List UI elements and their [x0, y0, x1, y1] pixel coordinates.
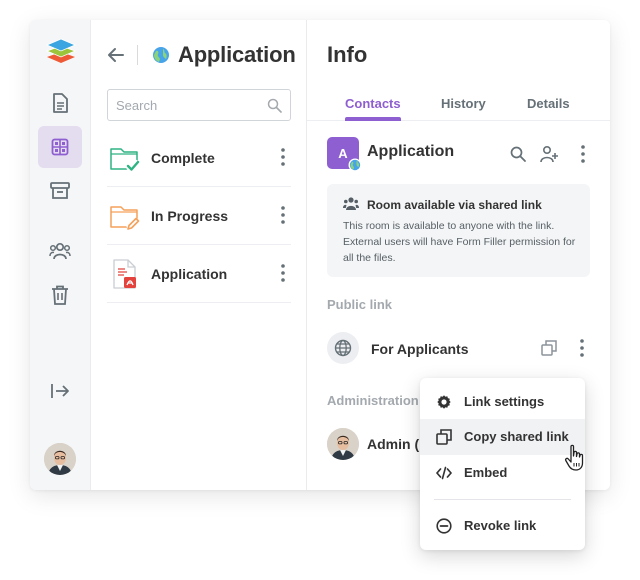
menu-item-embed[interactable]: Embed — [420, 455, 585, 491]
public-link-name: For Applicants — [371, 341, 469, 357]
files-title: Application — [178, 42, 296, 67]
more-options-icon[interactable] — [281, 148, 285, 166]
rail-rooms-button[interactable] — [38, 126, 82, 168]
search-icon[interactable] — [267, 98, 282, 113]
public-link-row[interactable]: For Applicants — [327, 332, 597, 366]
collapse-arrow-icon — [51, 384, 69, 398]
globe-icon — [153, 47, 169, 63]
rail-documents-button[interactable] — [38, 82, 82, 124]
file-row[interactable]: Complete — [107, 129, 291, 187]
files-header: Application — [107, 42, 296, 68]
people-icon — [343, 197, 359, 210]
avatar — [327, 428, 359, 460]
logo-icon[interactable] — [46, 38, 76, 64]
more-options-icon[interactable] — [581, 145, 585, 163]
copy-icon[interactable] — [541, 340, 557, 356]
hand-pointer-icon — [564, 444, 584, 471]
globe-icon — [348, 158, 362, 172]
notice-title: Room available via shared link — [367, 198, 542, 212]
notice-text: This room is available to anyone with th… — [343, 220, 576, 264]
search-box — [107, 89, 291, 121]
room-name: Application — [367, 143, 455, 160]
file-row[interactable]: Application — [107, 245, 291, 303]
tab-history[interactable]: History — [441, 96, 486, 111]
file-name: In Progress — [151, 208, 229, 224]
pdf-form-icon — [113, 259, 136, 289]
code-icon — [436, 466, 452, 480]
rail-trash-button[interactable] — [38, 274, 82, 316]
member-name: Admin ( — [367, 436, 420, 452]
file-name: Application — [151, 266, 228, 282]
rail-archive-button[interactable] — [38, 170, 82, 212]
nav-rail — [30, 20, 91, 490]
globe-outline-icon — [334, 339, 352, 357]
menu-item-copy-shared-link[interactable]: Copy shared link — [420, 419, 585, 455]
minus-circle-icon — [436, 518, 452, 534]
document-icon — [53, 93, 68, 113]
file-name: Complete — [151, 150, 215, 166]
avatar-photo — [327, 428, 359, 460]
active-tab-indicator — [345, 117, 401, 121]
gear-icon — [437, 395, 451, 409]
menu-item-label: Revoke link — [464, 518, 537, 533]
menu-item-label: Link settings — [464, 394, 545, 409]
info-tabs: Contacts History Details — [307, 94, 610, 121]
rail-accounts-button[interactable] — [38, 230, 82, 272]
shared-link-notice: Room available via shared link This room… — [327, 184, 590, 277]
more-options-icon[interactable] — [281, 206, 285, 224]
add-user-icon[interactable] — [540, 145, 558, 163]
menu-item-revoke-link[interactable]: Revoke link — [420, 508, 585, 544]
administration-label: Administration — [327, 393, 419, 408]
link-context-menu: Link settings Copy shared link Embed Rev… — [420, 378, 585, 550]
people-icon — [49, 242, 71, 260]
archive-icon — [50, 182, 70, 199]
menu-item-link-settings[interactable]: Link settings — [420, 384, 585, 420]
menu-item-label: Copy shared link — [464, 429, 569, 444]
room-header: A Application — [327, 137, 597, 172]
copy-icon — [436, 429, 452, 445]
public-link-label: Public link — [327, 297, 393, 312]
file-list-panel: Application Complete — [91, 20, 307, 490]
menu-divider — [434, 499, 571, 500]
folder-check-icon — [110, 148, 140, 173]
folder-edit-icon — [110, 206, 140, 231]
search-icon[interactable] — [509, 145, 527, 163]
menu-item-label: Embed — [464, 465, 508, 480]
file-row[interactable]: In Progress — [107, 187, 291, 245]
back-arrow-icon[interactable] — [107, 46, 125, 64]
more-options-icon[interactable] — [281, 264, 285, 282]
avatar-photo — [44, 443, 76, 475]
tab-contacts[interactable]: Contacts — [345, 96, 401, 111]
rooms-grid-icon — [51, 138, 69, 156]
rail-collapse-button[interactable] — [38, 370, 82, 412]
info-title: Info — [327, 42, 368, 67]
more-options-icon[interactable] — [580, 339, 584, 357]
link-globe-badge — [327, 332, 359, 364]
search-input[interactable] — [116, 96, 266, 114]
header-divider — [137, 45, 138, 65]
trash-icon — [52, 285, 68, 305]
tab-details[interactable]: Details — [527, 96, 570, 111]
user-avatar[interactable] — [44, 443, 76, 475]
